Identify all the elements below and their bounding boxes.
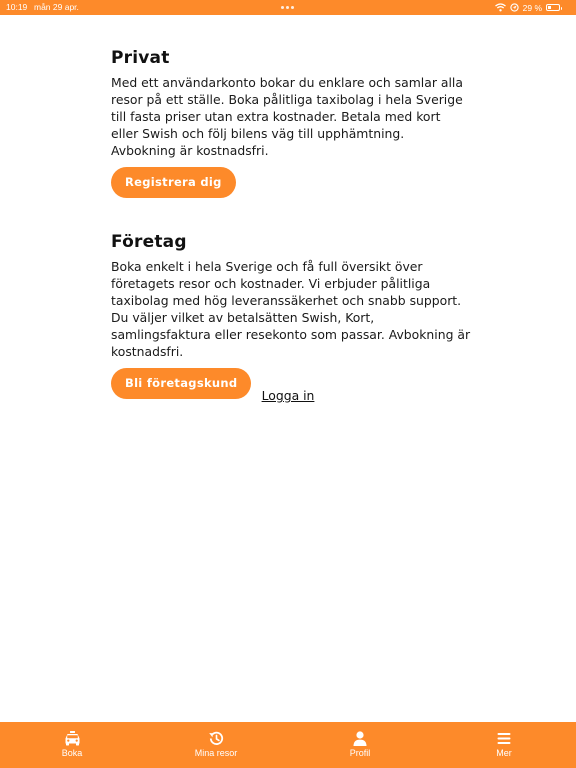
tab-mina-resor[interactable]: Mina resor [166,722,266,768]
person-icon [353,731,367,746]
location-icon [509,3,519,12]
wifi-icon [494,3,506,12]
status-time: 10:19 [6,2,28,12]
menu-icon [497,733,511,744]
tab-label-profil: Profil [349,748,371,758]
section-privat: Privat Med ett användarkonto bokar du en… [111,48,471,198]
section-title-foretag: Företag [111,232,187,252]
status-indicators: 29 % [494,1,562,14]
battery-fill [548,6,551,9]
tab-bar: Boka Mina resor Profil Mer [0,722,576,768]
section-title-privat: Privat [111,48,170,68]
history-icon [209,731,224,745]
tab-boka[interactable]: Boka [22,722,122,768]
battery-percentage: 29 % [522,2,542,13]
register-button[interactable]: Registrera dig [111,167,236,198]
tab-mer[interactable]: Mer [454,722,554,768]
tab-profil[interactable]: Profil [310,722,410,768]
battery-icon [546,4,562,11]
multitasking-dots-icon[interactable] [281,6,294,9]
login-link[interactable]: Logga in [0,388,576,403]
section-foretag: Företag Boka enkelt i hela Sverige och f… [111,232,471,399]
section-body-privat: Med ett användarkonto bokar du enklare o… [111,75,463,158]
tab-label-mina-resor: Mina resor [194,748,238,758]
tab-label-boka: Boka [61,748,83,758]
status-date: mån 29 apr. [34,2,79,12]
section-body-foretag: Boka enkelt i hela Sverige och få full ö… [111,259,471,359]
main-content: Privat Med ett användarkonto bokar du en… [111,48,471,399]
tab-label-mer: Mer [496,748,512,758]
status-bar: 10:19 mån 29 apr. 29 % [0,0,576,15]
taxi-car-icon [65,731,79,746]
